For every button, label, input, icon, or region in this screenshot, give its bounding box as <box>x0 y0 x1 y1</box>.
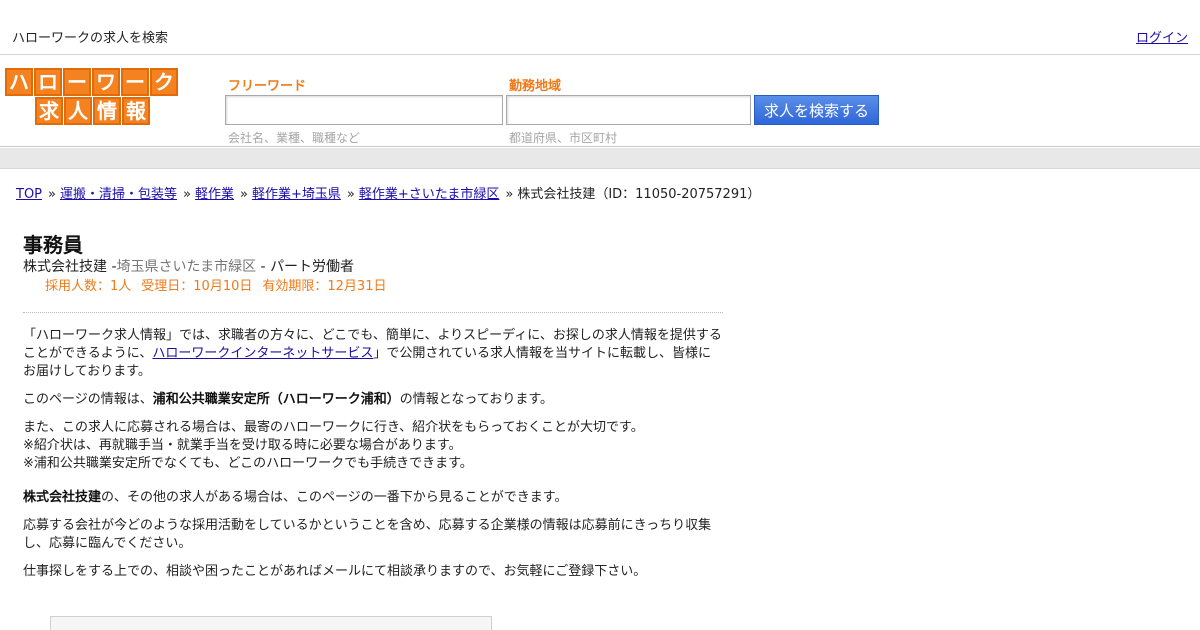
nav-band <box>0 148 1200 169</box>
site-title: ハローワークの求人を検索 <box>12 31 169 46</box>
intro-paragraph: 「ハローワーク求人情報」では、求職者の方々に、どこでも、簡単に、よりスピーディに… <box>23 327 723 381</box>
headcount: 採用人数：1人 <box>45 279 132 294</box>
breadcrumb-separator: » <box>346 187 355 202</box>
logo-char: ー <box>63 68 91 96</box>
referral-paragraph: また、この求人に応募される場合は、最寄のハローワークに行き、紹介状をもらっておく… <box>23 419 723 473</box>
site-logo[interactable]: ハ ロ ー ワ ー ク 求 人 情 報 <box>5 68 181 126</box>
breadcrumb: TOP» 運搬・清掃・包装等» 軽作業» 軽作業+埼玉県» 軽作業+さいたま市緑区» 株式… <box>16 183 760 202</box>
consultation-paragraph: 仕事探しをする上での、相談や困ったことがあればメールにて相談承りますので、お気軽… <box>23 564 647 579</box>
source-office-paragraph: このページの情報は、浦和公共職業安定所（ハローワーク浦和）の情報となっております… <box>23 391 723 409</box>
referral-note: ※浦和公共職業安定所でなくても、どこのハローワークでも手続きできます。 <box>23 456 473 471</box>
dash: - <box>107 259 117 275</box>
job-detail-box <box>50 616 492 630</box>
job-title: 事務員 <box>23 233 83 257</box>
breadcrumb-separator: » <box>48 187 56 202</box>
breadcrumb-job-type[interactable]: 軽作業 <box>195 187 234 202</box>
work-area-label: 勤務地域 <box>509 79 562 94</box>
job-subtitle: 株式会社技建 -埼玉県さいたま市緑区 - パート労働者 <box>23 258 723 276</box>
breadcrumb-separator: » <box>239 187 248 202</box>
other-jobs-text: の、その他の求人がある場合は、このページの一番下から見ることができます。 <box>101 490 568 505</box>
freeword-input[interactable] <box>225 95 503 125</box>
logo-row-bottom: 求 人 情 報 <box>35 97 151 125</box>
job-meta: 採用人数：1人 受理日：10月10日 有効期限：12月31日 <box>45 278 723 296</box>
logo-char: 報 <box>122 97 150 125</box>
freeword-hint: 会社名、業種、職種など <box>228 131 361 145</box>
job-location: 埼玉県さいたま市緑区 <box>116 259 257 275</box>
expiry-date: 有効期限：12月31日 <box>262 279 387 294</box>
logo-char: ハ <box>5 68 33 96</box>
search-jobs-button[interactable]: 求人を検索する <box>754 95 879 125</box>
work-area-hint: 都道府県、市区町村 <box>509 131 618 145</box>
breadcrumb-job-type-prefecture[interactable]: 軽作業+埼玉県 <box>252 187 341 202</box>
advice-paragraph: 応募する会社が今どのような採用活動をしているかということを含め、応募する企業様の… <box>23 518 712 551</box>
job-content: 事務員 株式会社技建 -埼玉県さいたま市緑区 - パート労働者 採用人数：1人受… <box>23 232 723 591</box>
breadcrumb-category[interactable]: 運搬・清掃・包装等 <box>60 187 177 202</box>
freeword-label: フリーワード <box>228 79 307 94</box>
breadcrumb-top[interactable]: TOP <box>16 187 42 202</box>
breadcrumb-current: 株式会社技建（ID：11050-20757291） <box>517 187 761 202</box>
hellowork-internet-service-link[interactable]: ハローワークインターネットサービス <box>152 346 373 361</box>
received-date: 受理日：10月10日 <box>141 279 253 294</box>
logo-char: ー <box>121 68 149 96</box>
employment-type: パート労働者 <box>270 259 355 275</box>
breadcrumb-separator: » <box>183 187 191 202</box>
source-text: このページの情報は、 <box>23 392 153 407</box>
referral-text: また、この求人に応募される場合は、最寄のハローワークに行き、紹介状をもらっておく… <box>23 420 644 435</box>
top-bar: ハローワークの求人を検索 ログイン <box>0 0 1200 55</box>
logo-char: 求 <box>35 97 63 125</box>
logo-char: ワ <box>92 68 120 96</box>
source-text: の情報となっております。 <box>399 392 554 407</box>
referral-note: ※紹介状は、再就職手当・就業手当を受け取る時に必要な場合があります。 <box>23 438 462 453</box>
divider <box>23 312 723 313</box>
company-name: 株式会社技建 <box>23 259 107 275</box>
dash: - <box>256 259 271 275</box>
work-area-input[interactable] <box>506 95 751 125</box>
logo-char: ク <box>150 68 178 96</box>
breadcrumb-separator: » <box>505 187 514 202</box>
company-name-bold: 株式会社技建 <box>23 490 102 505</box>
logo-char: ロ <box>34 68 62 96</box>
logo-char: 人 <box>64 97 92 125</box>
breadcrumb-job-type-city[interactable]: 軽作業+さいたま市緑区 <box>359 187 500 202</box>
office-name: 浦和公共職業安定所（ハローワーク浦和） <box>152 392 400 407</box>
login-link[interactable]: ログイン <box>1136 27 1188 46</box>
logo-row-top: ハ ロ ー ワ ー ク <box>5 68 179 96</box>
logo-char: 情 <box>93 97 121 125</box>
other-jobs-paragraph: 株式会社技建の、その他の求人がある場合は、このページの一番下から見ることができま… <box>23 489 723 507</box>
header: ハ ロ ー ワ ー ク 求 人 情 報 フリーワード 勤務地域 求人を検索する … <box>0 55 1200 147</box>
